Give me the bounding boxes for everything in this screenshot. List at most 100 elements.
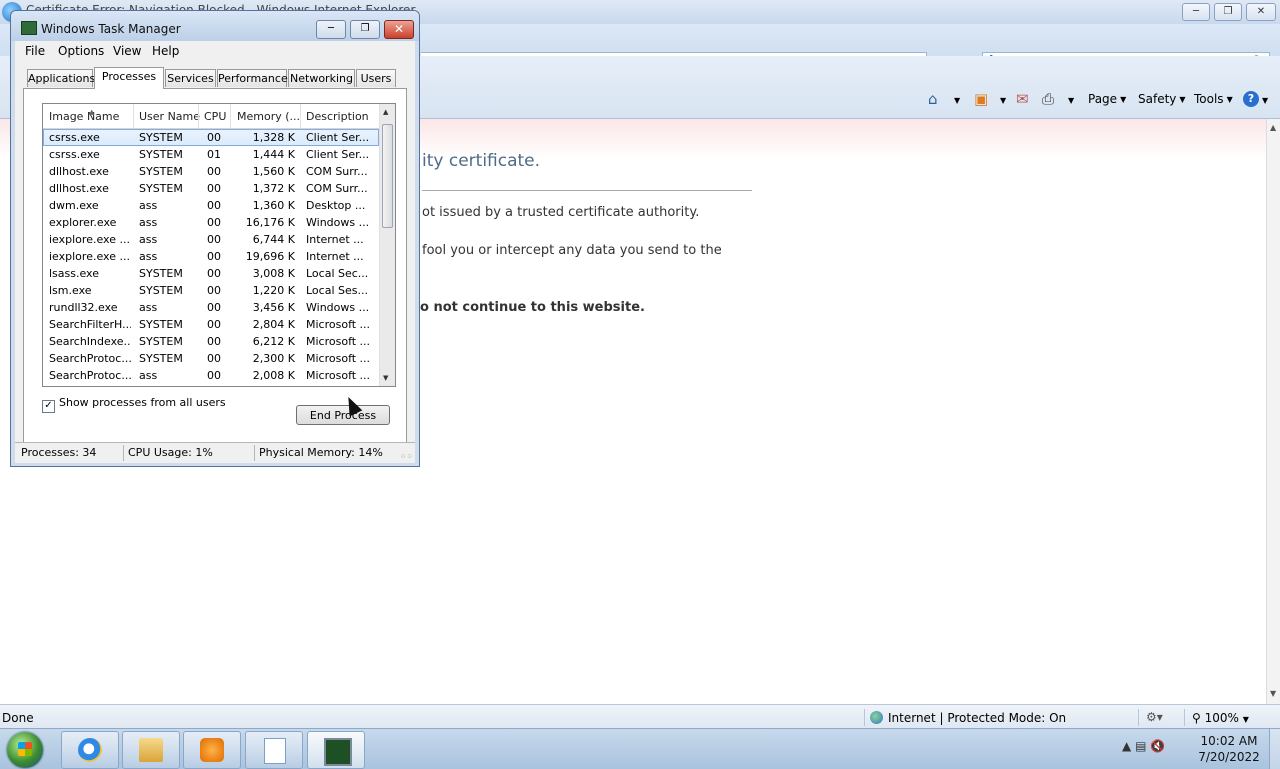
process-name: SearchFilterH... — [49, 318, 131, 331]
help-dropdown-icon[interactable]: ▼ — [1262, 96, 1268, 105]
scroll-up-icon[interactable]: ▲ — [383, 108, 388, 116]
home-icon[interactable]: ⌂ — [928, 90, 938, 108]
table-row[interactable]: iexplore.exe ... ass 00 6,744 K Internet ... — [43, 231, 379, 248]
process-list-scrollbar[interactable]: ▲ ▼ — [379, 104, 395, 386]
table-row[interactable]: explorer.exe ass 00 16,176 K Windows ... — [43, 214, 379, 231]
process-user: ass — [139, 216, 158, 229]
table-row[interactable]: SearchIndexe... SYSTEM 00 6,212 K Microsoft … — [43, 333, 379, 350]
process-list[interactable]: ▲ Image Name User Name CPU Memory (... De… — [42, 103, 396, 387]
home-dropdown-icon[interactable]: ▼ — [954, 96, 960, 105]
process-description: Windows ... — [306, 216, 370, 229]
system-tray[interactable]: ▲ ▤ 🔇 — [1122, 739, 1165, 753]
table-row[interactable]: csrss.exe SYSTEM 01 1,444 K Client Ser... — [43, 146, 379, 163]
scroll-down-icon[interactable]: ▼ — [1270, 689, 1276, 698]
print-icon[interactable]: ⎙ — [1042, 90, 1054, 108]
tab-processes[interactable]: Processes — [94, 67, 164, 89]
page-menu[interactable]: Page ▼ — [1088, 92, 1126, 106]
tm-close-button[interactable]: ✕ — [384, 20, 414, 39]
zoom-control[interactable]: ⚲ 100% ▼ — [1192, 711, 1249, 725]
safety-menu[interactable]: Safety ▼ — [1138, 92, 1186, 106]
process-description: Microsoft ... — [306, 352, 371, 365]
folder-icon — [139, 738, 163, 762]
tab-performance[interactable]: Performance — [217, 69, 288, 87]
mail-icon[interactable]: ✉ — [1016, 90, 1029, 108]
show-desktop-button[interactable] — [1269, 729, 1280, 769]
protected-mode-icon[interactable]: ⚙▾ — [1146, 710, 1163, 724]
tm-maximize-button[interactable]: ❐ — [350, 20, 380, 39]
scroll-thumb[interactable] — [382, 124, 393, 228]
table-row[interactable]: dwm.exe ass 00 1,360 K Desktop ... — [43, 197, 379, 214]
ie-restore-button[interactable]: ❐ — [1214, 3, 1242, 21]
security-zone[interactable]: Internet | Protected Mode: On — [888, 711, 1066, 725]
taskbar-task-manager-button[interactable] — [307, 731, 365, 769]
help-icon[interactable]: ? — [1243, 91, 1259, 107]
tab-users[interactable]: Users — [356, 69, 396, 87]
process-user: SYSTEM — [139, 352, 183, 365]
processes-panel: ▲ Image Name User Name CPU Memory (... De… — [23, 88, 407, 443]
menu-file[interactable]: File — [25, 44, 45, 58]
process-cpu: 00 — [207, 284, 221, 297]
process-cpu: 00 — [207, 131, 221, 144]
end-process-button[interactable]: End Process — [296, 405, 390, 425]
volume-muted-icon[interactable]: 🔇 — [1150, 739, 1165, 753]
column-description[interactable]: Description — [306, 110, 369, 123]
table-row[interactable]: dllhost.exe SYSTEM 00 1,372 K COM Surr... — [43, 180, 379, 197]
column-divider[interactable] — [300, 104, 301, 128]
process-name: explorer.exe — [49, 216, 117, 229]
page-scrollbar[interactable]: ▲ ▼ — [1266, 119, 1280, 704]
table-row[interactable]: SearchFilterH... SYSTEM 00 2,804 K Microsoft… — [43, 316, 379, 333]
divider — [422, 190, 752, 191]
task-manager-titlebar[interactable]: Windows Task Manager ─ ❐ ✕ — [11, 11, 419, 41]
clock[interactable]: 10:02 AM 7/20/2022 — [1190, 733, 1268, 765]
feeds-dropdown-icon[interactable]: ▼ — [1000, 96, 1006, 105]
column-divider[interactable] — [198, 104, 199, 128]
feeds-icon[interactable]: ▣ — [974, 90, 988, 108]
taskbar-explorer-button[interactable] — [122, 731, 180, 769]
column-cpu[interactable]: CPU — [204, 110, 226, 123]
table-row[interactable]: SearchProtoc... SYSTEM 00 2,300 K Microsoft … — [43, 350, 379, 367]
taskbar-ie-button[interactable] — [61, 731, 119, 769]
table-row[interactable]: lsass.exe SYSTEM 00 3,008 K Local Sec... — [43, 265, 379, 282]
column-divider[interactable] — [133, 104, 134, 128]
column-image-name[interactable]: ▲ Image Name — [49, 110, 119, 123]
ie-close-button[interactable]: ✕ — [1246, 3, 1276, 21]
tab-applications[interactable]: Applications — [27, 69, 95, 87]
process-cpu: 00 — [207, 165, 221, 178]
table-row[interactable]: csrss.exe SYSTEM 00 1,328 K Client Ser... — [43, 129, 379, 146]
taskbar-notepad-button[interactable] — [245, 731, 303, 769]
ie-status-bar: Done Internet | Protected Mode: On ⚙▾ ⚲ … — [0, 704, 1280, 729]
menu-help[interactable]: Help — [152, 44, 179, 58]
chevron-down-icon: ▼ — [1242, 715, 1249, 724]
show-hidden-icons-icon[interactable]: ▲ — [1122, 739, 1131, 753]
resize-grip-icon[interactable]: ⁘⁘ — [400, 452, 413, 461]
network-icon[interactable]: ▤ — [1135, 739, 1146, 753]
column-memory[interactable]: Memory (... — [237, 110, 299, 123]
process-name: lsass.exe — [49, 267, 99, 280]
tab-networking[interactable]: Networking — [288, 69, 355, 87]
table-row[interactable]: iexplore.exe ... ass 00 19,696 K Internet ..… — [43, 248, 379, 265]
process-memory: 16,176 K — [245, 216, 295, 229]
tools-menu[interactable]: Tools ▼ — [1194, 92, 1233, 106]
table-row[interactable]: lsm.exe SYSTEM 00 1,220 K Local Ses... — [43, 282, 379, 299]
scroll-up-icon[interactable]: ▲ — [1270, 123, 1276, 132]
process-user: ass — [139, 233, 158, 246]
taskbar-media-player-button[interactable] — [183, 731, 241, 769]
table-row[interactable]: dllhost.exe SYSTEM 00 1,560 K COM Surr... — [43, 163, 379, 180]
print-dropdown-icon[interactable]: ▼ — [1068, 96, 1074, 105]
list-header: ▲ Image Name User Name CPU Memory (... De… — [43, 104, 379, 129]
menu-view[interactable]: View — [113, 44, 141, 58]
process-name: rundll32.exe — [49, 301, 118, 314]
table-row[interactable]: rundll32.exe ass 00 3,456 K Windows ... — [43, 299, 379, 316]
menu-options[interactable]: Options — [58, 44, 104, 58]
process-cpu: 00 — [207, 335, 221, 348]
tab-services[interactable]: Services — [165, 69, 216, 87]
tm-minimize-button[interactable]: ─ — [316, 20, 346, 39]
show-all-processes-toggle[interactable]: ✓ Show processes from all users — [42, 396, 226, 413]
table-row[interactable]: SearchProtoc... ass 00 2,008 K Microsoft ... — [43, 367, 379, 384]
scroll-down-icon[interactable]: ▼ — [383, 374, 388, 382]
column-user-name[interactable]: User Name — [139, 110, 200, 123]
show-all-processes-checkbox[interactable]: ✓ — [42, 400, 55, 413]
ie-minimize-button[interactable]: ─ — [1182, 3, 1210, 21]
column-divider[interactable] — [230, 104, 231, 128]
process-user: SYSTEM — [139, 335, 183, 348]
